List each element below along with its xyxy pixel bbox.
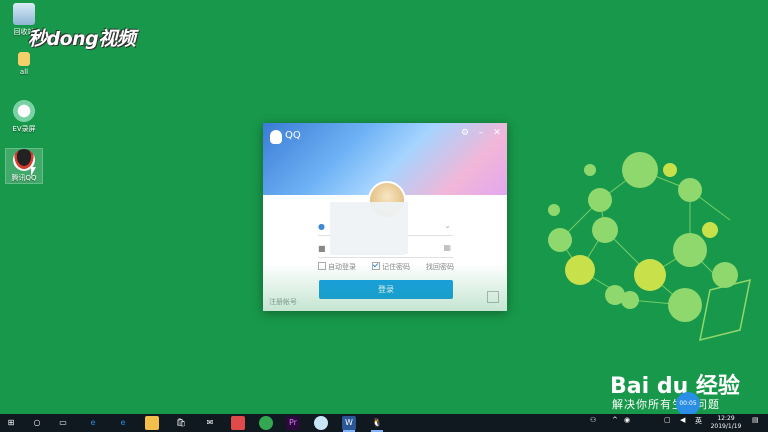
desktop: 回收站 秒dong视频 all EV录屏 腾讯QQ QQ ⚙ – ✕ ● ⌄ ■… <box>0 0 768 416</box>
network-icon[interactable]: ▢ <box>664 416 671 424</box>
notification-icon[interactable]: ▤ <box>752 416 759 424</box>
cloud-app-icon[interactable] <box>314 416 328 430</box>
user-icon: ● <box>318 222 325 231</box>
desktop-icon-tencent-qq[interactable]: 腾讯QQ <box>5 148 43 184</box>
bubble <box>663 163 677 177</box>
bubble <box>634 259 666 291</box>
qq-logo-icon <box>270 130 282 144</box>
bubble <box>588 188 612 212</box>
bubble <box>702 222 718 238</box>
people-icon[interactable]: ⚇ <box>590 416 596 424</box>
bubble-network-graphic <box>548 152 751 342</box>
clock-date: 2019/1/19 <box>710 423 742 430</box>
word-icon[interactable]: W <box>342 416 356 432</box>
desktop-icon-label: all <box>19 68 29 76</box>
video-app-icon[interactable] <box>231 416 245 430</box>
recycle-bin-icon <box>13 3 35 25</box>
close-icon[interactable]: ✕ <box>491 128 503 138</box>
ime-indicator[interactable]: 英 <box>695 416 702 426</box>
bubble <box>622 152 658 188</box>
register-account-link[interactable]: 注册帐号 <box>269 297 297 307</box>
ie-browser-icon[interactable]: e <box>86 416 100 430</box>
desktop-icon-ev-recorder[interactable]: EV录屏 <box>6 100 42 134</box>
bubble <box>605 285 625 305</box>
desktop-icon-label: 腾讯QQ <box>11 174 37 182</box>
bubble <box>668 288 702 322</box>
ev-recorder-icon <box>13 100 35 122</box>
start-button[interactable]: ⊞ <box>4 416 18 430</box>
retrieve-password-link[interactable]: 找回密码 <box>426 262 454 272</box>
baidu-slogan: 解决你所有生活问题 <box>612 398 720 411</box>
checkbox-box-checked <box>372 262 380 270</box>
auto-login-label: 自动登录 <box>328 263 356 271</box>
minimize-icon[interactable]: – <box>475 128 487 138</box>
privacy-blur-overlay <box>330 202 408 254</box>
bubble <box>548 204 560 216</box>
bubble <box>673 233 707 267</box>
video-timer-badge: 00:05 <box>676 392 700 416</box>
green-app-icon[interactable] <box>259 416 273 430</box>
bubble <box>548 228 572 252</box>
lock-icon: ■ <box>318 244 326 253</box>
tray-app-icon[interactable]: ◉ <box>624 416 630 424</box>
mouse-cursor <box>31 167 36 176</box>
chevron-up-icon[interactable]: ^ <box>612 416 618 424</box>
bubble <box>592 217 618 243</box>
pencil-outline <box>699 278 751 342</box>
file-explorer-icon[interactable] <box>145 416 159 430</box>
remember-password-label: 记住密码 <box>382 263 410 271</box>
qq-taskbar-icon[interactable]: 🐧 <box>370 416 384 432</box>
edge-browser-icon[interactable]: e <box>116 416 130 430</box>
search-icon[interactable]: ○ <box>30 416 44 430</box>
baidu-decoration-graphic <box>540 150 768 350</box>
volume-icon[interactable]: ◀ <box>680 416 685 424</box>
desktop-icon-label: EV录屏 <box>12 125 36 133</box>
settings-icon[interactable]: ⚙ <box>459 128 471 138</box>
remember-password-checkbox[interactable]: 记住密码 <box>372 262 410 272</box>
desktop-icon-folder-all[interactable]: all <box>6 52 42 76</box>
clock[interactable]: 12:29 2019/1/19 <box>706 415 746 431</box>
windows-taskbar: ⊞ ○ ▭ e e 🛍 ✉ Pr W 🐧 ⚇ ^ ◉ ▢ ◀ 英 12:29 2… <box>0 414 768 432</box>
checkbox-box <box>318 262 326 270</box>
auto-login-checkbox[interactable]: 自动登录 <box>318 262 356 272</box>
bubble <box>678 178 702 202</box>
qr-code-icon[interactable] <box>487 291 499 303</box>
bubble <box>565 255 595 285</box>
folder-icon <box>18 52 30 66</box>
login-button[interactable]: 登录 <box>319 280 453 299</box>
keyboard-icon[interactable]: ▦ <box>443 243 451 252</box>
clock-time: 12:29 <box>717 415 735 422</box>
premiere-pro-icon[interactable]: Pr <box>286 416 300 430</box>
chevron-down-icon[interactable]: ⌄ <box>444 221 451 230</box>
store-icon[interactable]: 🛍 <box>174 416 188 430</box>
task-view-icon[interactable]: ▭ <box>56 416 70 430</box>
mail-icon[interactable]: ✉ <box>203 416 217 430</box>
watermark-logo: 秒dong视频 <box>28 28 136 50</box>
qq-window-title: QQ <box>285 130 301 141</box>
bubble <box>584 164 596 176</box>
